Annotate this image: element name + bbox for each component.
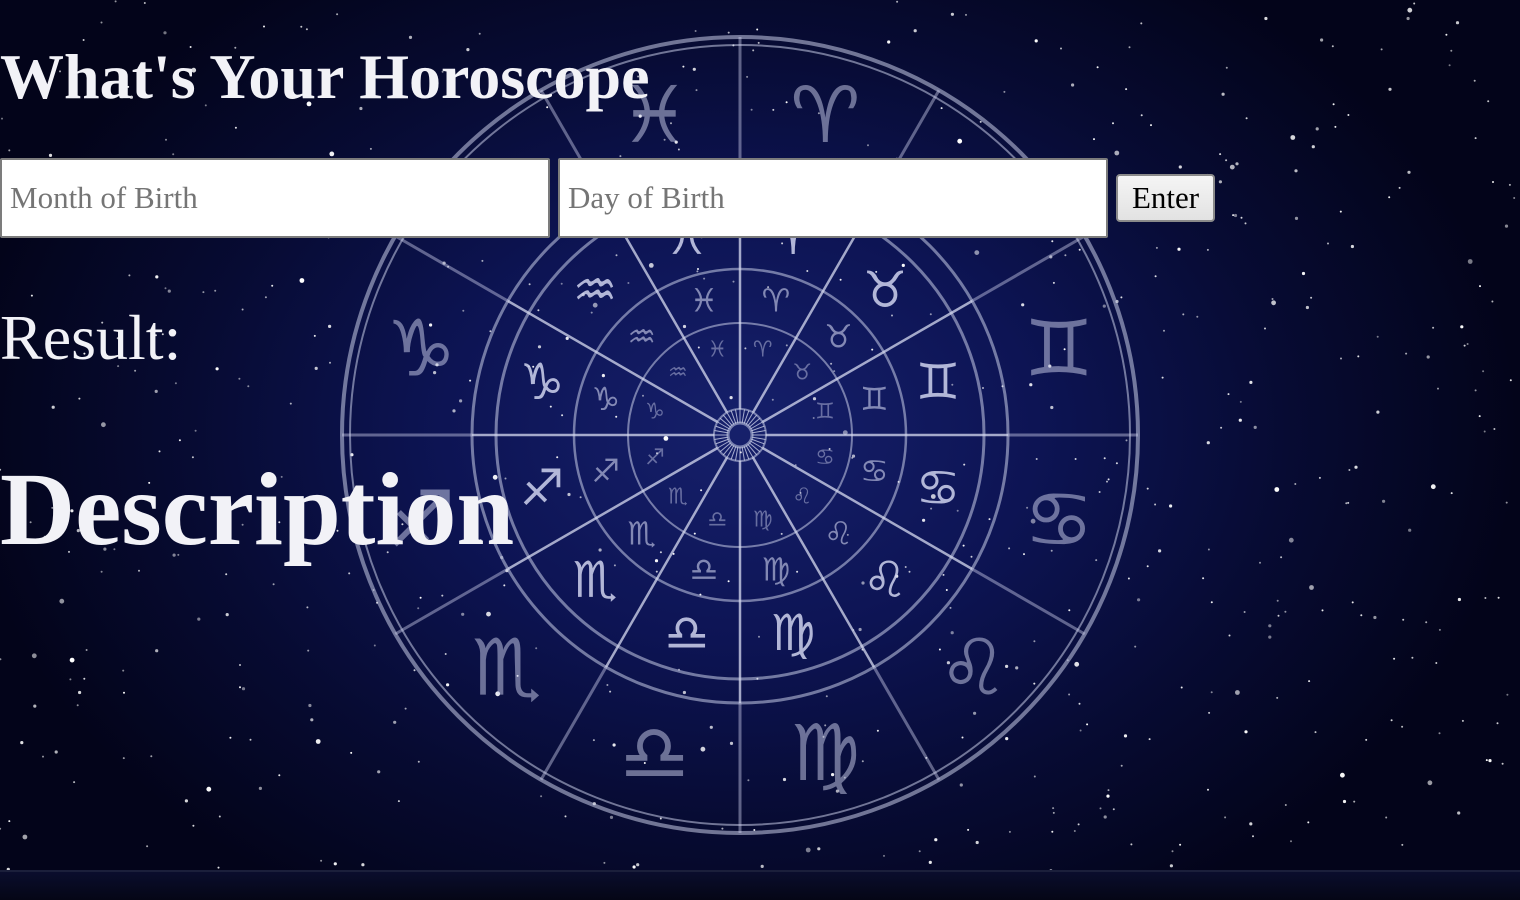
description-heading: Description: [0, 452, 515, 567]
page-title: What's Your Horoscope: [0, 41, 650, 112]
birthdate-form: Enter: [0, 158, 1216, 238]
day-of-birth-input[interactable]: [558, 158, 1108, 238]
main-content: What's Your Horoscope Enter Result: Desc…: [0, 0, 1520, 900]
enter-button[interactable]: Enter: [1116, 174, 1216, 222]
result-label: Result:: [0, 302, 182, 373]
horoscope-page: ♈♉♊♋♌♍♎♏♐♑♒♓♈♉♊♋♌♍♎♏♐♑♒♓♈♉♊♋♌♍♎♏♐♑♒♓♈♉♊♋…: [0, 0, 1520, 900]
month-of-birth-input[interactable]: [0, 158, 550, 238]
